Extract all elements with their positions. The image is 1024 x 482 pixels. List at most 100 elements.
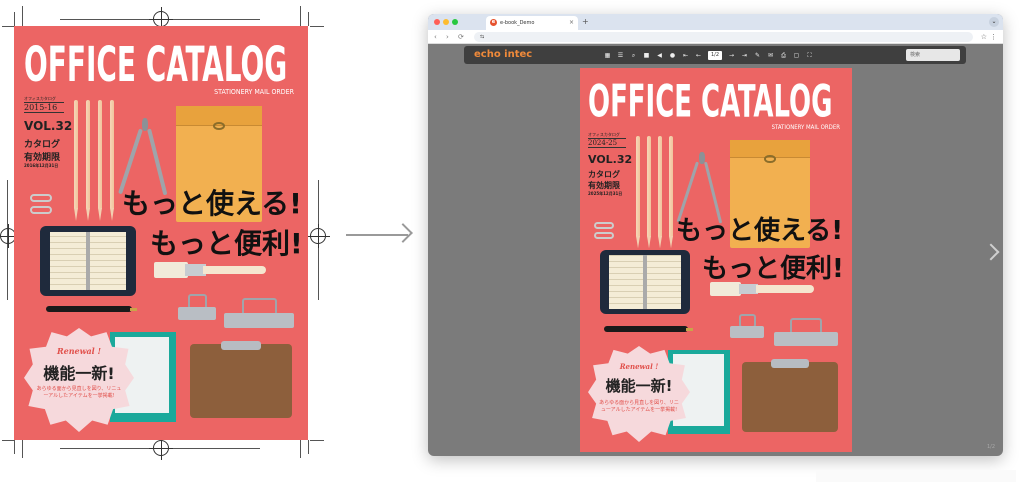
pencil-image [110,100,114,210]
catalog-validity: カタログ [588,170,620,179]
last-page-icon[interactable]: ⇥ [741,52,748,59]
bottom-strip [816,470,1016,482]
planner-image [40,226,136,296]
catalog-subtitle: STATIONERY MAIL ORDER [214,88,294,96]
pen-image [604,326,694,332]
binder-clip-image [178,294,216,320]
trim-mark [2,26,14,27]
binder-clip-image [730,314,764,338]
catalog-cover-ebook: OFFICE CATALOG STATIONERY MAIL ORDER オフィ… [580,68,852,452]
print-icon[interactable]: ⎙ [780,52,787,59]
fullscreen-icon[interactable]: ⛶ [806,52,813,59]
brush-image [154,260,266,280]
prev-page-icon[interactable]: ← [695,52,702,59]
tab-bar: e e-book_Demo × + ⌄ [428,14,1003,30]
page-number-field[interactable]: 1/2 [708,50,722,60]
pencil-image [658,136,662,238]
browser-window: e e-book_Demo × + ⌄ ‹ › ⟳ ⇆ ☆ ⋮ echo int… [428,14,1003,456]
slogan-line-1: もっと使える! [676,216,844,246]
catalog-label: オフィスカタログ [588,132,626,139]
viewer-search-input[interactable]: 検索 [906,49,960,61]
pen-image [46,306,138,312]
catalog-title: OFFICE CATALOG [24,36,288,93]
url-omnibox[interactable]: ⇆ [474,32,973,42]
paper-clip-image [594,232,614,239]
page-indicator: 1/2 [986,444,995,450]
speaker-icon[interactable]: ◀ [656,52,663,59]
pencil-image [669,136,673,238]
catalog-validity: 有効期限 [24,153,61,163]
list-icon[interactable]: ☰ [617,52,624,59]
trim-mark [14,440,15,454]
tab-menu-button[interactable]: ⌄ [989,17,999,27]
planner-image [600,250,690,314]
trim-mark [310,440,324,441]
back-button[interactable]: ‹ [434,31,437,43]
trim-mark [14,12,15,26]
catalog-title: OFFICE CATALOG [588,76,833,128]
edit-icon[interactable]: ✎ [754,52,761,59]
registration-mark [149,7,173,31]
catalog-expiry: 2025年12月31日 [588,191,623,196]
browser-menu-icon[interactable]: ⋮ [990,31,997,43]
badge-text: あらゆる面から見直しを図り、リニューアルしたアイテムを一挙掲載! [599,400,679,413]
next-page-icon[interactable]: → [728,52,735,59]
badge-renewal: Renewal ! [56,346,102,356]
binder-clip-image [224,298,294,328]
forward-button[interactable]: › [446,31,449,43]
site-info-icon[interactable]: ⇆ [480,34,484,40]
mail-icon[interactable]: ✉ [767,52,774,59]
brand-logo: echo intec [474,49,533,60]
comment-icon[interactable]: ● [669,52,676,59]
reload-button[interactable]: ⟳ [458,31,464,43]
window-icon[interactable]: ▢ [793,52,800,59]
catalog-volume: VOL.32 [24,119,73,133]
window-close-button[interactable] [434,19,440,25]
trim-mark [2,440,14,441]
catalog-validity: カタログ [24,140,61,150]
paper-clip-image [30,206,52,214]
badge-headline: 機能一新! [43,364,115,383]
address-bar: ‹ › ⟳ ⇆ ☆ ⋮ [428,30,1003,44]
paper-clip-image [30,194,52,202]
bookmark-icon[interactable]: ■ [643,52,650,59]
registration-mark [149,436,173,460]
zoom-icon[interactable]: ⌕ [630,52,637,59]
badge-text: あらゆる面から見直しを図り、リニューアルしたアイテムを一挙掲載! [36,386,122,399]
catalog-expiry: 2016年12月31日 [24,163,59,168]
catalog-meta: オフィスカタログ 2015-16 VOL.32 カタログ 有効期限 2016年1… [24,96,73,169]
favicon-icon: e [490,19,497,26]
paper-clip-image [594,222,614,229]
trim-mark [308,12,309,26]
tab-close-icon[interactable]: × [569,16,574,30]
catalog-years: 2024-25 [588,139,626,148]
print-proof: OFFICE CATALOG STATIONERY MAIL ORDER オフィ… [0,0,330,460]
trim-mark [22,6,23,26]
arrow-right-icon [393,223,413,243]
catalog-cover-print: OFFICE CATALOG STATIONERY MAIL ORDER オフィ… [14,26,308,440]
catalog-label: オフィスカタログ [24,96,64,103]
new-tab-button[interactable]: + [582,16,589,28]
thumbnail-icon[interactable]: ▦ [604,52,611,59]
window-minimize-button[interactable] [443,19,449,25]
catalog-validity: 有効期限 [588,181,620,190]
binder-clip-image [774,318,838,346]
bookmark-star-icon[interactable]: ☆ [981,31,987,43]
slogan-line-2: もっと便利! [150,227,303,260]
tab-title: e-book_Demo [500,20,535,26]
trim-mark [22,440,23,458]
pencil-image [636,136,640,238]
catalog-meta: オフィスカタログ 2024-25 VOL.32 カタログ 有効期限 2025年1… [588,132,633,197]
badge-headline: 機能一新! [605,377,673,395]
trim-mark [310,26,324,27]
viewer-toolbar: echo intec ▦ ☰ ⌕ ■ ◀ ● ⇤ ← 1/2 → ⇥ ✎ ✉ ⎙ ▢ ⛶ 検索 [464,46,966,64]
trim-mark [300,440,301,458]
slogan-line-1: もっと使える! [122,187,302,220]
next-page-arrow-icon[interactable] [982,243,1000,261]
tab-ebook-demo[interactable]: e e-book_Demo × [486,16,578,30]
catalog-volume: VOL.32 [588,153,633,166]
first-page-icon[interactable]: ⇤ [682,52,689,59]
pencil-image [98,100,102,210]
window-maximize-button[interactable] [452,19,458,25]
pencil-image [647,136,651,238]
